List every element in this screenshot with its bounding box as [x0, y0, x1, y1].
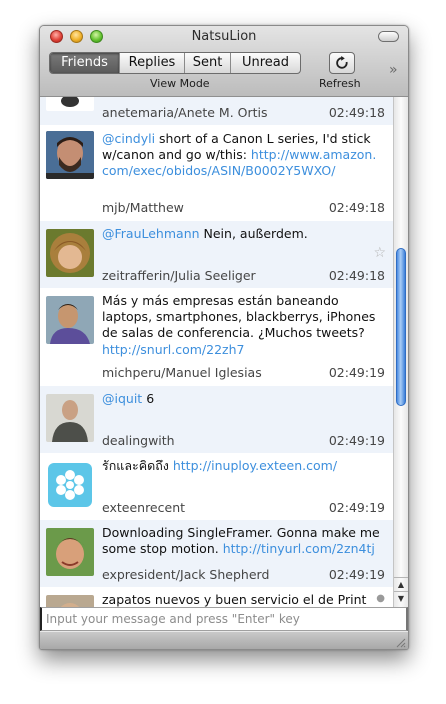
status-text-body: 6: [142, 391, 155, 406]
scroll-up-arrow-icon[interactable]: ▲: [394, 577, 408, 592]
refresh-button[interactable]: [329, 52, 355, 74]
status-text: @iquit 6: [102, 391, 382, 407]
status-author[interactable]: anetemaria/Anete M. Ortis: [102, 105, 268, 120]
status-row[interactable]: @iquit 6 dealingwith 02:49:19: [40, 386, 393, 453]
window-title: NatsuLion: [191, 29, 257, 44]
status-row[interactable]: @cindyli short of a Canon L series, I'd …: [40, 126, 393, 221]
status-row[interactable]: Más y más empresas están baneando laptop…: [40, 288, 393, 386]
favorite-star-icon[interactable]: ☆: [373, 245, 386, 261]
status-time: 02:49:18: [328, 105, 385, 120]
status-author[interactable]: mjb/Matthew: [102, 200, 184, 215]
status-text-body: zapatos nuevos y buen servicio el de Pri…: [102, 592, 367, 607]
status-time: 02:49:19: [328, 567, 385, 582]
scrollbar-thumb[interactable]: [396, 248, 406, 406]
timeline-scrollbar[interactable]: ▲ ▼: [393, 97, 408, 607]
avatar: [46, 296, 94, 344]
bottom-bar: [40, 632, 408, 649]
status-row[interactable]: zapatos nuevos y buen servicio el de Pri…: [40, 587, 393, 607]
status-text-body: รักและคิดถึง: [102, 458, 173, 473]
status-time: 02:49:18: [328, 268, 385, 283]
timeline[interactable]: anetemaria/Anete M. Ortis 02:49:18 @cind…: [40, 97, 393, 607]
status-author[interactable]: zeitrafferin/Julia Seeliger: [102, 268, 256, 283]
refresh-icon: [336, 56, 348, 69]
message-input[interactable]: [40, 607, 408, 631]
double-chevron-right-icon[interactable]: »: [389, 62, 397, 78]
refresh-caption: Refresh: [319, 77, 361, 90]
view-mode-caption: View Mode: [150, 77, 210, 90]
status-url-link[interactable]: http://inuploy.exteen.com/: [173, 458, 337, 473]
status-text-body: Nein, außerdem.: [199, 226, 308, 241]
status-author[interactable]: expresident/Jack Shepherd: [102, 567, 269, 582]
view-mode-segmented-control: Friends Replies Sent Unread: [49, 52, 301, 74]
status-author[interactable]: dealingwith: [102, 433, 175, 448]
scroll-down-arrow-icon[interactable]: ▼: [394, 591, 408, 606]
status-row[interactable]: รักและคิดถึง http://inuploy.exteen.com/ …: [40, 453, 393, 520]
status-text: @cindyli short of a Canon L series, I'd …: [102, 131, 382, 180]
mention-link[interactable]: @cindyli: [102, 131, 155, 146]
status-text: Más y más empresas están baneando laptop…: [102, 293, 382, 358]
avatar: [46, 461, 94, 509]
status-text: zapatos nuevos y buen servicio el de Pri…: [102, 592, 382, 607]
mention-link[interactable]: @iquit: [102, 391, 142, 406]
view-mode-replies-button[interactable]: Replies: [120, 53, 185, 73]
status-time: 02:49:19: [328, 500, 385, 515]
avatar: [46, 97, 94, 111]
status-row[interactable]: @FrauLehmann Nein, außerdem. ☆ zeitraffe…: [40, 221, 393, 288]
status-time: 02:49:19: [328, 433, 385, 448]
resize-grip-icon[interactable]: [394, 636, 406, 648]
status-text: @FrauLehmann Nein, außerdem.: [102, 226, 382, 242]
status-time: 02:49:18: [328, 200, 385, 215]
toolbar-toggle-button[interactable]: [378, 31, 399, 42]
view-mode-unread-button[interactable]: Unread: [231, 53, 300, 73]
avatar: [46, 131, 94, 179]
status-row[interactable]: Downloading SingleFramer. Gonna make me …: [40, 520, 393, 587]
app-window: NatsuLion Friends Replies Sent Unread Vi…: [39, 25, 409, 650]
mention-link[interactable]: @FrauLehmann: [102, 226, 200, 241]
status-author[interactable]: exteenrecent: [102, 500, 185, 515]
avatar: [46, 595, 94, 607]
status-url-link[interactable]: http://tinyurl.com/2zn4tj: [223, 541, 375, 556]
status-time: 02:49:19: [328, 365, 385, 380]
status-text-body: Más y más empresas están baneando laptop…: [102, 293, 376, 341]
status-row[interactable]: anetemaria/Anete M. Ortis 02:49:18: [40, 97, 393, 125]
status-text: Downloading SingleFramer. Gonna make me …: [102, 525, 382, 557]
view-mode-sent-button[interactable]: Sent: [185, 53, 231, 73]
avatar: [46, 394, 94, 442]
status-text: รักและคิดถึง http://inuploy.exteen.com/: [102, 458, 382, 474]
avatar: [46, 229, 94, 277]
view-mode-friends-button[interactable]: Friends: [50, 53, 120, 73]
toolbar: NatsuLion Friends Replies Sent Unread Vi…: [40, 26, 408, 97]
avatar: [46, 528, 94, 576]
status-author[interactable]: michperu/Manuel Iglesias: [102, 365, 262, 380]
unread-dot-icon: ●: [376, 593, 385, 604]
status-url-link[interactable]: http://snurl.com/22zh7: [102, 342, 245, 357]
